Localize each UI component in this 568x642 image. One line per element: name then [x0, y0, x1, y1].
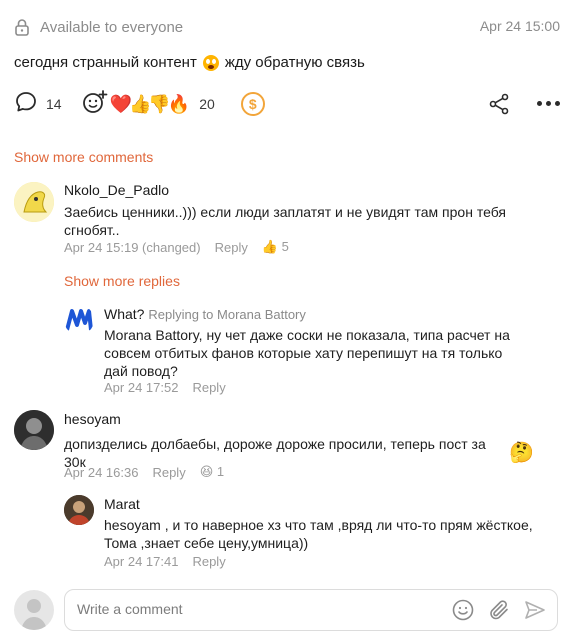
thumbs-up-icon: 👍 [261, 239, 279, 254]
more-icon[interactable] [537, 101, 560, 106]
add-reaction-icon[interactable] [82, 89, 108, 120]
post-text: сегодня странный контент жду обратную св… [14, 54, 365, 71]
show-more-comments-link[interactable]: Show more comments [14, 149, 153, 165]
comment-reaction[interactable]: 👍 5 [262, 239, 289, 255]
post-header: Available to everyone Apr 24 15:00 [14, 16, 560, 38]
replying-to-label: Replying to Morana Battory [148, 307, 306, 322]
avatar[interactable] [64, 495, 94, 525]
avatar[interactable] [14, 182, 54, 222]
show-more-replies-link[interactable]: Show more replies [64, 273, 180, 289]
post-text-start: сегодня странный контент [14, 54, 197, 71]
comment-input[interactable] [77, 601, 437, 617]
comment-text: Заебись ценники..))) если люди заплатят … [64, 204, 506, 238]
comment-reaction[interactable]: 😆 1 [200, 464, 224, 480]
reply-text: hesoyam , и то наверное хз что там ,вряд… [104, 517, 533, 551]
reply-author[interactable]: What? [104, 306, 144, 322]
composer-actions [451, 598, 547, 627]
comment-reaction-count: 1 [216, 464, 225, 479]
post-text-end: жду обратную связь [224, 54, 365, 71]
reply-button[interactable]: Reply [152, 465, 185, 480]
share-icon[interactable] [488, 93, 510, 120]
current-user-avatar [14, 590, 54, 630]
comments-count: 14 [46, 96, 62, 112]
comment-meta: Apr 24 15:19 (changed) Reply 👍 5 [64, 239, 289, 255]
reply-meta: Apr 24 17:41 Reply [104, 554, 226, 569]
emoji-icon[interactable] [451, 598, 475, 627]
reply-author[interactable]: Marat [104, 496, 140, 512]
avatar[interactable] [64, 305, 94, 335]
comment-reaction-count: 5 [281, 239, 289, 254]
visibility-label: Available to everyone [40, 18, 184, 36]
reply-button[interactable]: Reply [192, 554, 225, 569]
reply-text: Morana Battory, ну чет даже соски не пок… [104, 327, 510, 379]
reply-button[interactable]: Reply [215, 240, 248, 255]
comment-composer [64, 589, 558, 631]
comment-time: Apr 24 15:19 (changed) [64, 239, 201, 255]
reply-time: Apr 24 17:52 [104, 380, 179, 395]
reply-author-line: What? Replying to Morana Battory [104, 306, 306, 322]
comment-meta: Apr 24 16:36 Reply 😆 1 [64, 464, 224, 480]
flushed-face-emoji-icon [202, 54, 219, 71]
lock-icon [14, 18, 30, 36]
coin-icon[interactable]: $ [240, 92, 265, 116]
comment-time: Apr 24 16:36 [64, 464, 139, 480]
laughing-face-icon: 😆 [199, 464, 214, 479]
post-date: Apr 24 15:00 [479, 18, 560, 34]
avatar[interactable] [14, 410, 54, 450]
thinking-face-icon: 🤔 [509, 442, 534, 464]
reply-meta: Apr 24 17:52 Reply [104, 380, 226, 395]
comment-author[interactable]: Nkolo_De_Padlo [64, 182, 169, 198]
post-actions: 14 ❤️👍👎🔥 20 $ [14, 88, 560, 120]
reactions-count: 20 [199, 96, 215, 112]
reply-button[interactable]: Reply [192, 380, 225, 395]
comment-icon[interactable] [14, 90, 38, 119]
reaction-emojis[interactable]: ❤️👍👎🔥 [110, 94, 191, 115]
comment-author[interactable]: hesoyam [64, 411, 121, 427]
attach-icon[interactable] [487, 598, 511, 627]
reply-time: Apr 24 17:41 [104, 554, 179, 569]
send-icon[interactable] [523, 598, 547, 627]
